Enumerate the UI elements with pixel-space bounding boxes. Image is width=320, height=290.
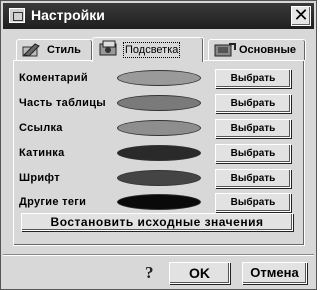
row-label: Часть таблицы [19, 97, 107, 109]
tab-general-label: Основные [239, 44, 296, 56]
close-button[interactable]: ✕ [291, 6, 311, 26]
tab-highlight[interactable]: Подсветка [92, 37, 204, 62]
color-swatch [117, 170, 201, 186]
cancel-button[interactable]: Отмена [242, 262, 307, 284]
tab-general[interactable]: Основные [208, 39, 306, 60]
highlight-icon [99, 40, 117, 56]
ok-button[interactable]: OK [169, 262, 230, 284]
color-swatch [117, 194, 201, 210]
help-icon[interactable]: ? [145, 263, 159, 283]
color-swatch [117, 145, 201, 161]
color-swatch [117, 70, 201, 86]
row-label: Ссылка [19, 122, 63, 134]
title-bar[interactable]: Настройки ✕ [3, 3, 314, 29]
window-title: Настройки [31, 7, 105, 23]
tab-highlight-label: Подсветка [123, 42, 181, 58]
general-icon [214, 43, 236, 57]
color-swatch [117, 120, 201, 136]
row-label: Коментарий [19, 72, 88, 84]
tab-style-label: Стиль [47, 44, 81, 56]
row-label: Другие теги [19, 196, 87, 208]
footer-divider [3, 254, 314, 256]
window-icon [9, 8, 25, 23]
style-icon [22, 43, 40, 57]
tab-style[interactable]: Стиль [16, 39, 93, 60]
restore-defaults-button[interactable]: Востановить исходные значения [21, 213, 293, 231]
settings-window: Настройки ✕ Стиль Подсветка Основные Ком… [0, 0, 317, 290]
color-row-comment: Коментарий Выбрать [17, 69, 297, 89]
choose-button[interactable]: Выбрать [215, 169, 291, 188]
color-row-link: Ссылка Выбрать [17, 119, 297, 139]
color-row-font: Шрифт Выбрать [17, 169, 297, 189]
choose-button[interactable]: Выбрать [215, 144, 291, 163]
choose-button[interactable]: Выбрать [215, 69, 291, 88]
tab-strip: Стиль Подсветка Основные [14, 37, 306, 62]
color-swatch [117, 95, 201, 111]
row-label: Катинка [19, 147, 65, 159]
color-row-image: Катинка Выбрать [17, 144, 297, 164]
color-row-other-tags: Другие теги Выбрать [17, 193, 297, 213]
choose-button[interactable]: Выбрать [215, 193, 291, 212]
choose-button[interactable]: Выбрать [215, 94, 291, 113]
color-row-table-part: Часть таблицы Выбрать [17, 94, 297, 114]
row-label: Шрифт [19, 172, 60, 184]
choose-button[interactable]: Выбрать [215, 119, 291, 138]
